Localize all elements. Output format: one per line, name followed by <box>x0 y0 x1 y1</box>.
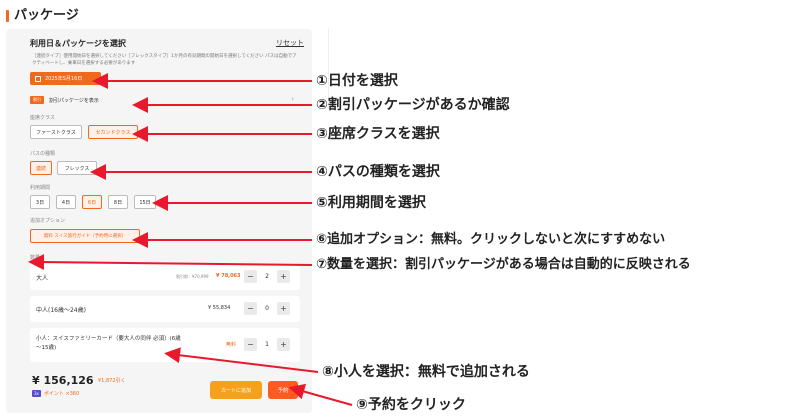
annotation-9: ⑨予約をクリック <box>356 397 466 413</box>
annotation-3: ③座席クラスを選択 <box>316 126 440 142</box>
annotation-8: ⑧小人を選択：無料で追加される <box>322 364 530 380</box>
arrow-8 <box>164 347 319 373</box>
annotation-7: ⑦数量を選択：割引パッケージがある場合は自動的に反映される <box>316 257 691 272</box>
annotation-5: ⑤利用期間を選択 <box>316 195 426 211</box>
annotation-1: ①日付を選択 <box>316 73 398 89</box>
annotation-4: ④パスの種類を選択 <box>316 164 440 180</box>
arrow-7 <box>28 254 313 271</box>
annotation-2: ②割引パッケージがあるか確認 <box>316 97 510 113</box>
annotation-6: ⑥追加オプション：無料。クリックしないと次にすすめない <box>316 232 666 247</box>
arrow-9 <box>288 383 353 406</box>
